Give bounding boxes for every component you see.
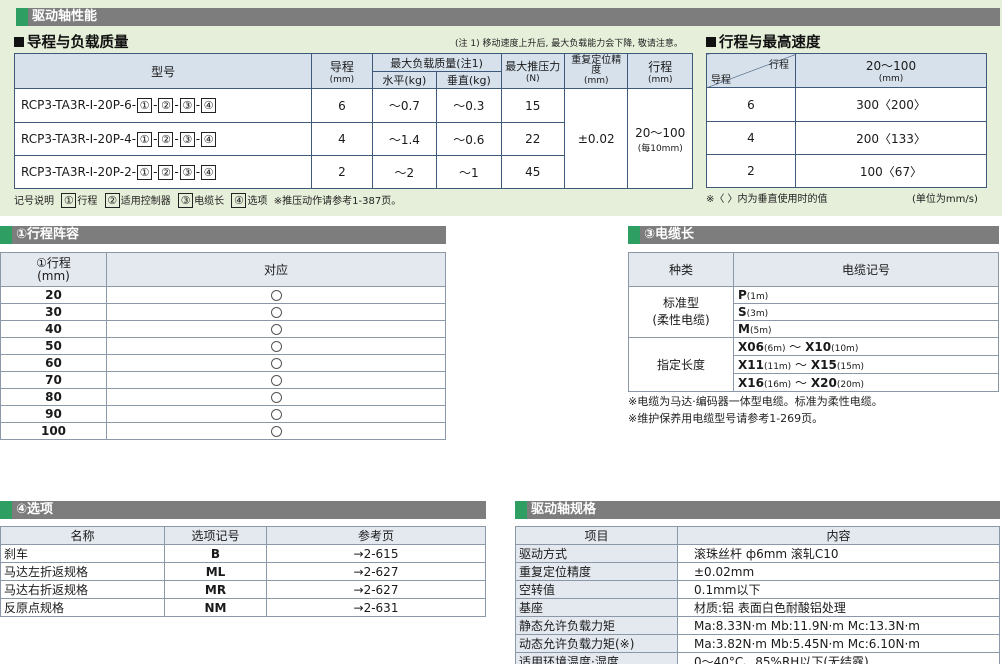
stroke-table: ①行程 (mm) 对应 20 30 40 50 60 70 80 90 100 <box>0 252 446 440</box>
horizontal-cell: ～0.7 <box>371 88 438 123</box>
circle-icon <box>270 290 282 301</box>
col-stroke-mm: ①行程 (mm) <box>0 252 107 287</box>
table-row: 80 <box>0 388 446 406</box>
section-marker <box>628 226 640 244</box>
thrust-cell: 15 <box>500 88 566 123</box>
col-lead: 导程 (mm) <box>311 53 373 89</box>
horizontal-cell: ～2 <box>371 155 438 189</box>
table-row: 重复定位精度 ±0.02mm <box>515 562 1000 581</box>
table-row: 20 <box>0 286 446 304</box>
table-row: 30 <box>0 303 446 321</box>
table-row: 40 <box>0 320 446 338</box>
section-marker <box>16 8 28 26</box>
table-row: 100 <box>0 422 446 440</box>
table-row: 70 <box>0 371 446 389</box>
speed-note: ※〈 〉内为垂直使用时的值 <box>706 194 828 205</box>
lead-cell: 2 <box>311 155 373 189</box>
table-row: 静态允许负载力矩 Ma:8.33N·m Mb:11.9N·m Mc:13.3N·m <box>515 616 1000 635</box>
range-header: 20～100 (mm) <box>795 53 987 88</box>
model-cell: RCP3-TA3R-I-20P-6- ① - ② - ③ - ④ <box>13 88 313 123</box>
table-row: 马达右折返规格 MR →2-627 <box>0 580 486 599</box>
col-horizontal: 水平(kg) <box>371 71 438 89</box>
section-bar-spec: 驱动轴规格 <box>515 501 1000 519</box>
guide-table: 型号 导程 (mm) 最大负载质量(注1) 最大推压力 (N) 重复定位精度 (mm)… <box>13 53 693 189</box>
stroke-cell: 20～100 (每10mm) <box>627 88 693 189</box>
speed-title: 行程与最高速度 <box>706 31 821 52</box>
table-row: 反原点规格 NM →2-631 <box>0 598 486 617</box>
table-row: 马达左折返规格 ML →2-627 <box>0 562 486 581</box>
section-title: 驱动轴性能 <box>32 9 98 24</box>
section-bar-stroke: ①行程阵容 <box>0 226 446 244</box>
section-bar-cable: ③电缆长 <box>628 226 999 244</box>
table-row: 4 200〈133〉 <box>706 121 987 155</box>
circle-icon <box>270 358 282 369</box>
table-row: 60 <box>0 354 446 372</box>
col-max-load: 最大负载质量(注1) <box>371 53 502 72</box>
circle-icon <box>270 426 282 437</box>
circle-icon <box>270 375 282 386</box>
table-row: 动态允许负载力矩(※) Ma:3.82N·m Mb:5.45N·m Mc:6.10… <box>515 634 1000 653</box>
vertical-cell: ～0.3 <box>436 88 502 123</box>
table-row: 标准型 (柔性电缆) P(1m) <box>628 286 999 338</box>
model-cell: RCP3-TA3R-I-20P-2- ① - ② - ③ - ④ <box>13 155 313 189</box>
option-table: 名称 选项记号 参考页 刹车 B →2-615 马达左折返规格 ML →2-627 马达… <box>0 526 486 617</box>
spec-table: 项目 内容 驱动方式 滚珠丝杆 ф6mm 滚轧C10 重复定位精度 ±0.02mm … <box>515 526 1000 664</box>
table-row: 基座 材质:铝 表面白色耐酸铝处理 <box>515 598 1000 617</box>
cable-table: 种类 电缆记号 标准型 (柔性电缆) P(1m) S(3m) M(5m) 指定长度… <box>628 252 999 392</box>
col-repeat: 重复定位精度 (mm) <box>564 53 629 89</box>
thrust-cell: 22 <box>500 122 566 156</box>
table-row: 空转值 0.1mm以下 <box>515 580 1000 599</box>
legend: 记号说明 ① 行程 ② 适用控制器 ③ 电缆长 ④ 选项 ※推压动作请参考1-387页。 <box>14 193 402 208</box>
model-cell: RCP3-TA3R-I-20P-4- ① - ② - ③ - ④ <box>13 122 313 156</box>
table-row: 刹车 B →2-615 <box>0 544 486 563</box>
section-marker <box>0 226 12 244</box>
guide-note: (注 1) 移动速度上升后, 最大负载能力会下降, 敬请注意。 <box>455 39 683 49</box>
cable-note-1: ※电缆为马达·编码器一体型电缆。标准为柔性电缆。 <box>628 395 883 408</box>
col-model: 型号 <box>13 53 313 89</box>
table-row: 适用环境温度·湿度 0～40°C、85%RH以下(无结露) <box>515 652 1000 664</box>
lead-cell: 6 <box>311 88 373 123</box>
circle-icon <box>270 392 282 403</box>
table-row: 驱动方式 滚珠丝杆 ф6mm 滚轧C10 <box>515 544 1000 563</box>
repeat-cell: ±0.02 <box>564 88 629 189</box>
table-row: 50 <box>0 337 446 355</box>
circle-icon <box>270 324 282 335</box>
circle-icon <box>270 341 282 352</box>
standard-type: 标准型 (柔性电缆) <box>628 286 734 338</box>
col-support: 对应 <box>106 252 446 287</box>
col-type: 种类 <box>628 252 734 287</box>
vertical-cell: ～0.6 <box>436 122 502 156</box>
lead-cell: 4 <box>311 122 373 156</box>
cable-note-2: ※维护保养用电缆型号请参考1-269页。 <box>628 412 824 425</box>
section-bar-actuator: 驱动轴性能 <box>16 8 1000 26</box>
section-marker <box>0 501 12 519</box>
table-row: 指定长度 X06(6m) ～ X10(10m) <box>628 337 999 392</box>
vertical-cell: ～1 <box>436 155 502 189</box>
circle-icon <box>270 307 282 318</box>
col-cable-code: 电缆记号 <box>733 252 999 287</box>
speed-unit: (单位为mm/s) <box>912 194 978 205</box>
table-row: 2 100〈67〉 <box>706 154 987 188</box>
square-icon <box>14 37 24 47</box>
speed-table: 行程 导程 20～100 (mm) 6 300〈200〉 4 200〈133〉 2 10… <box>706 53 987 188</box>
corner-cell: 行程 导程 <box>706 53 796 88</box>
table-row: 90 <box>0 405 446 423</box>
section-marker <box>515 501 527 519</box>
thrust-cell: 45 <box>500 155 566 189</box>
col-thrust: 最大推压力 (N) <box>500 53 566 89</box>
col-vertical: 垂直(kg) <box>436 71 502 89</box>
table-row: RCP3-TA3R-I-20P-6- ① - ② - ③ - ④ 6 ～0.7 ～0.3 15… <box>13 88 693 189</box>
col-stroke: 行程 (mm) <box>627 53 693 89</box>
table-row: 6 300〈200〉 <box>706 87 987 122</box>
section-bar-option: ④选项 <box>0 501 486 519</box>
custom-type: 指定长度 <box>628 337 734 392</box>
square-icon <box>706 37 716 47</box>
circle-icon <box>270 409 282 420</box>
guide-title: 导程与负载质量 <box>14 31 129 52</box>
horizontal-cell: ～1.4 <box>371 122 438 156</box>
